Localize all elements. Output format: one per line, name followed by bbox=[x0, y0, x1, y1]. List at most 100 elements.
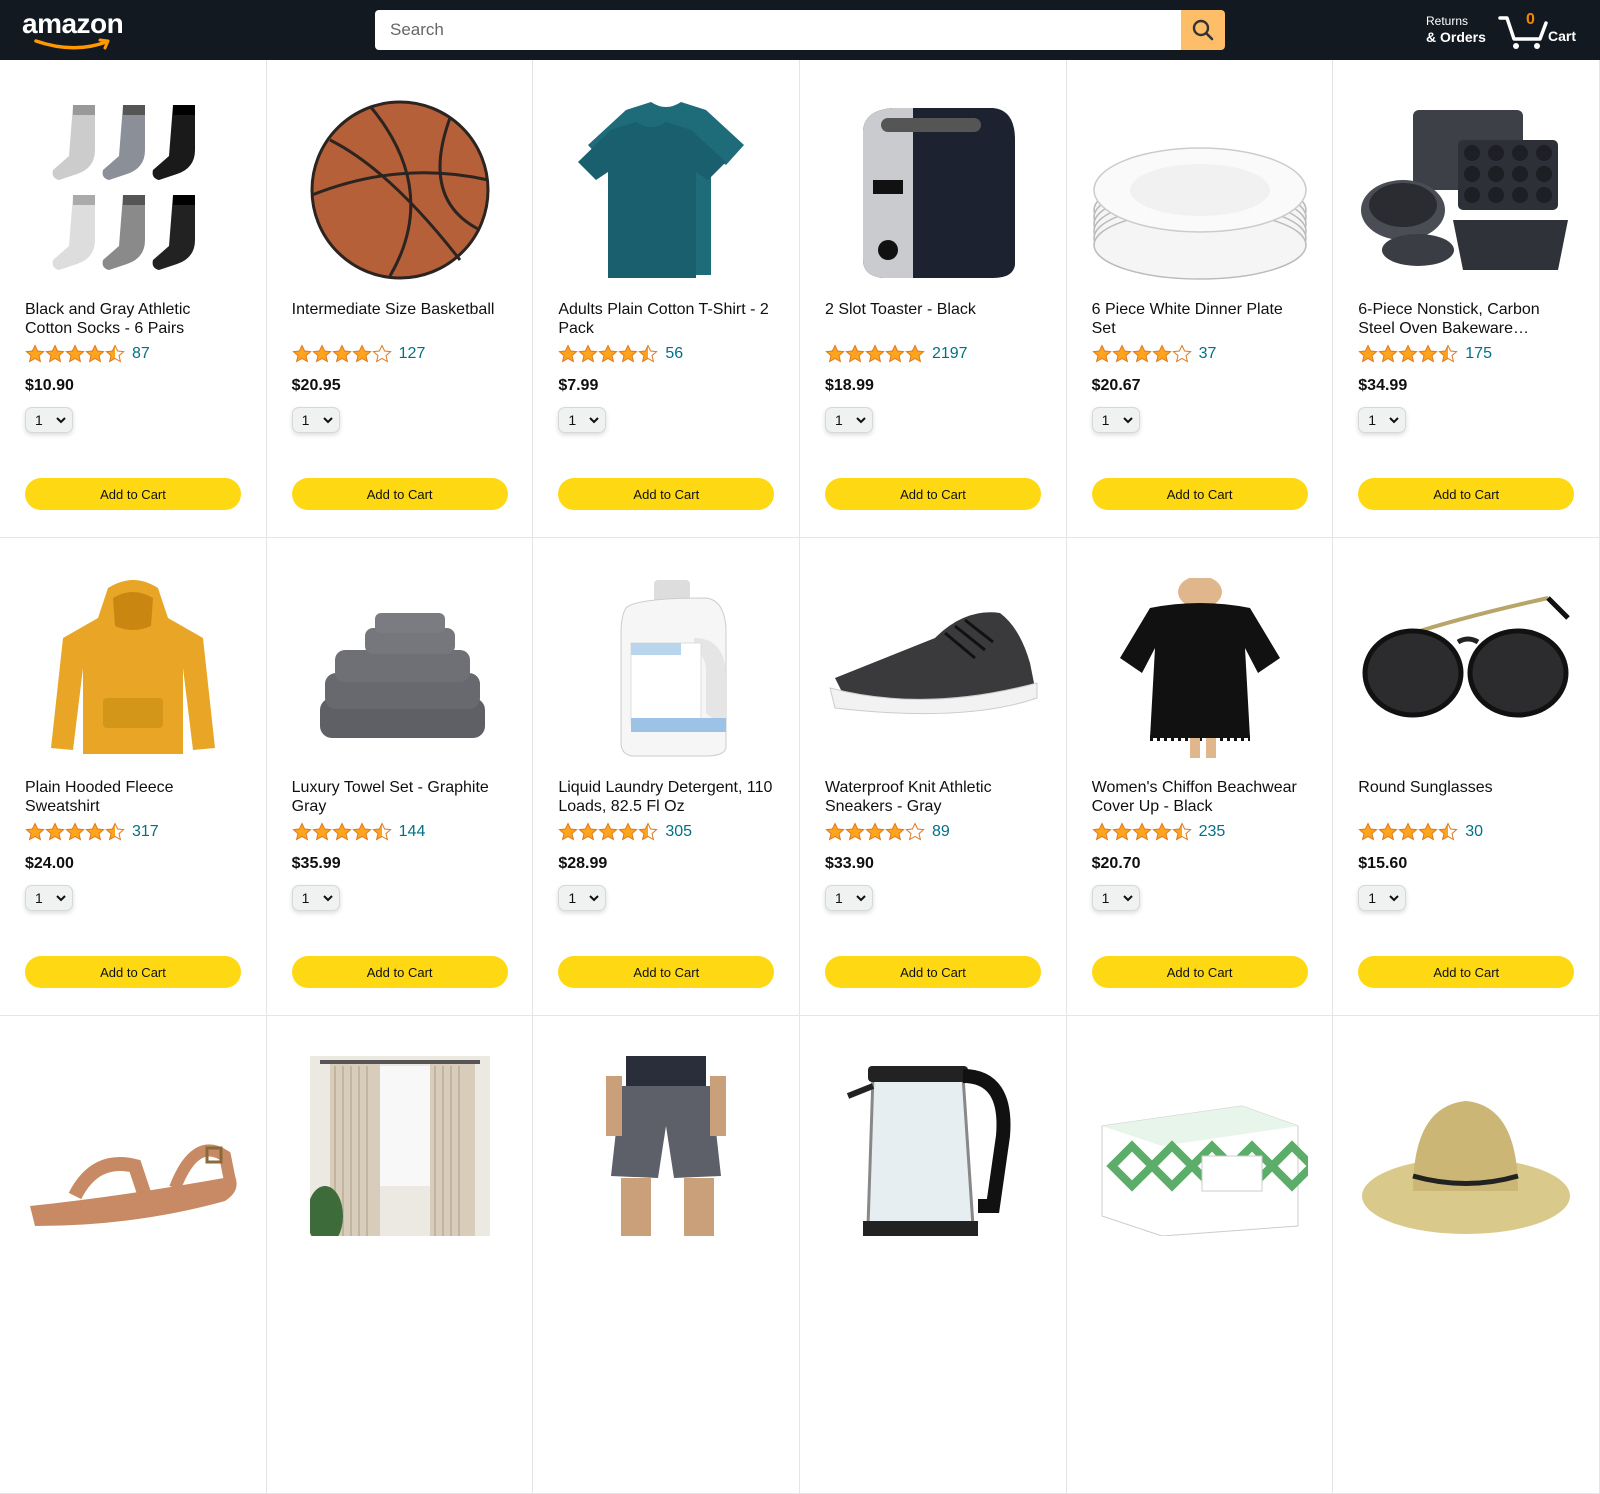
kettle-image[interactable] bbox=[825, 1056, 1041, 1236]
shorts-image[interactable] bbox=[558, 1056, 774, 1236]
straw-hat-image[interactable] bbox=[1358, 1056, 1574, 1236]
chevron-down-icon bbox=[589, 895, 600, 902]
rating-stars-icon bbox=[1091, 822, 1192, 842]
product-name[interactable]: Liquid Laundry Detergent, 110 Loads, 82.… bbox=[558, 778, 774, 816]
product-price: $18.99 bbox=[824, 377, 874, 394]
quantity-select[interactable]: 1 bbox=[291, 885, 340, 911]
quantity-select[interactable]: 1 bbox=[291, 407, 340, 433]
product-name[interactable]: Adults Plain Cotton T-Shirt - 2 Pack bbox=[558, 300, 774, 338]
towels-image[interactable] bbox=[292, 578, 508, 758]
product-name[interactable]: Luxury Towel Set - Graphite Gray bbox=[292, 778, 508, 816]
sunglasses-image[interactable] bbox=[1358, 578, 1574, 758]
add-to-cart-button[interactable]: Add to Cart bbox=[1091, 478, 1308, 510]
curtains-image[interactable] bbox=[292, 1056, 508, 1236]
product-name[interactable]: 6 Piece White Dinner Plate Set bbox=[1092, 300, 1308, 338]
rating-count-link[interactable]: 37 bbox=[1199, 345, 1217, 363]
cart-count: 0 bbox=[1526, 11, 1535, 28]
tissue-box-image[interactable] bbox=[1092, 1056, 1308, 1236]
rating-stars-icon bbox=[558, 344, 659, 364]
rating-count-link[interactable]: 89 bbox=[932, 823, 950, 841]
rating-count-link[interactable]: 144 bbox=[399, 823, 426, 841]
quantity-select[interactable]: 1 bbox=[558, 885, 607, 911]
quantity-select[interactable]: 1 bbox=[824, 885, 873, 911]
product-rating: 56 bbox=[558, 342, 683, 366]
product-price: $20.70 bbox=[1091, 855, 1141, 872]
bakeware-image[interactable] bbox=[1358, 100, 1574, 280]
tshirt-image[interactable] bbox=[558, 100, 774, 280]
search-input[interactable] bbox=[375, 10, 1181, 50]
add-to-cart-button[interactable]: Add to Cart bbox=[1358, 956, 1575, 988]
rating-count-link[interactable]: 175 bbox=[1465, 345, 1492, 363]
toaster-image[interactable] bbox=[825, 100, 1041, 280]
quantity-select[interactable]: 1 bbox=[1091, 407, 1140, 433]
add-to-cart-button[interactable]: Add to Cart bbox=[824, 478, 1041, 510]
add-to-cart-button[interactable]: Add to Cart bbox=[1358, 478, 1575, 510]
rating-count-link[interactable]: 235 bbox=[1199, 823, 1226, 841]
quantity-select[interactable]: 1 bbox=[1358, 885, 1407, 911]
add-to-cart-button[interactable]: Add to Cart bbox=[558, 956, 775, 988]
product-name[interactable]: Women's Chiffon Beachwear Cover Up - Bla… bbox=[1092, 778, 1308, 816]
quantity-select[interactable]: 1 bbox=[25, 885, 73, 911]
product-card bbox=[266, 1016, 534, 1494]
returns-and-orders-link[interactable]: Returns & Orders bbox=[1426, 13, 1486, 45]
cart-label: Cart bbox=[1548, 28, 1577, 44]
rating-count-link[interactable]: 87 bbox=[132, 345, 150, 363]
rating-count-link[interactable]: 317 bbox=[132, 823, 159, 841]
product-name[interactable]: Black and Gray Athletic Cotton Socks - 6… bbox=[25, 300, 241, 338]
sneaker-image[interactable] bbox=[825, 578, 1041, 758]
product-name[interactable]: Round Sunglasses bbox=[1358, 778, 1574, 816]
rating-count-link[interactable]: 30 bbox=[1465, 823, 1483, 841]
product-name[interactable]: Plain Hooded Fleece Sweatshirt bbox=[25, 778, 241, 816]
sandal-image[interactable] bbox=[25, 1056, 241, 1236]
rating-count-link[interactable]: 305 bbox=[665, 823, 692, 841]
quantity-value: 1 bbox=[1368, 412, 1377, 428]
cart-icon bbox=[1498, 16, 1548, 49]
product-card: Black and Gray Athletic Cotton Socks - 6… bbox=[0, 60, 267, 538]
product-price: $20.95 bbox=[291, 377, 341, 394]
amazon-logo[interactable]: amazon bbox=[22, 8, 132, 52]
hoodie-image[interactable] bbox=[25, 578, 241, 758]
rating-stars-icon bbox=[25, 344, 125, 364]
add-to-cart-button[interactable]: Add to Cart bbox=[291, 956, 508, 988]
chevron-down-icon bbox=[856, 895, 866, 902]
product-price: $34.99 bbox=[1358, 377, 1408, 394]
plates-image[interactable] bbox=[1092, 100, 1308, 280]
quantity-value: 1 bbox=[35, 412, 43, 428]
search-button[interactable] bbox=[1181, 10, 1225, 50]
rating-count-link[interactable]: 2197 bbox=[932, 345, 968, 363]
product-rating: 89 bbox=[825, 820, 950, 844]
add-to-cart-button[interactable]: Add to Cart bbox=[824, 956, 1041, 988]
socks-image[interactable] bbox=[25, 100, 241, 280]
quantity-value: 1 bbox=[1101, 412, 1110, 428]
quantity-select[interactable]: 1 bbox=[558, 407, 607, 433]
basketball-image[interactable] bbox=[292, 100, 508, 280]
quantity-value: 1 bbox=[1101, 890, 1110, 906]
product-card: 6 Piece White Dinner Plate Set 37 $20.67… bbox=[1066, 60, 1334, 538]
quantity-value: 1 bbox=[1368, 890, 1377, 906]
detergent-image[interactable] bbox=[558, 578, 774, 758]
rating-count-link[interactable]: 56 bbox=[665, 345, 683, 363]
product-card bbox=[533, 1016, 800, 1494]
quantity-select[interactable]: 1 bbox=[824, 407, 873, 433]
add-to-cart-button[interactable]: Add to Cart bbox=[25, 956, 241, 988]
product-name[interactable]: Intermediate Size Basketball bbox=[292, 300, 508, 338]
chevron-down-icon bbox=[589, 417, 600, 424]
product-rating: 144 bbox=[291, 820, 426, 844]
quantity-select[interactable]: 1 bbox=[25, 407, 73, 433]
add-to-cart-button[interactable]: Add to Cart bbox=[25, 478, 241, 510]
quantity-value: 1 bbox=[568, 890, 577, 906]
product-price: $33.90 bbox=[824, 855, 874, 872]
coverup-image[interactable] bbox=[1092, 578, 1308, 758]
add-to-cart-button[interactable]: Add to Cart bbox=[558, 478, 775, 510]
add-to-cart-button[interactable]: Add to Cart bbox=[1091, 956, 1308, 988]
quantity-select[interactable]: 1 bbox=[1358, 407, 1407, 433]
product-name[interactable]: 6-Piece Nonstick, Carbon Steel Oven Bake… bbox=[1358, 300, 1574, 338]
rating-count-link[interactable]: 127 bbox=[399, 345, 426, 363]
cart-link[interactable]: 0 Cart bbox=[1498, 8, 1588, 52]
product-card bbox=[799, 1016, 1067, 1494]
product-name[interactable]: Waterproof Knit Athletic Sneakers - Gray bbox=[825, 778, 1041, 816]
add-to-cart-button[interactable]: Add to Cart bbox=[291, 478, 508, 510]
quantity-select[interactable]: 1 bbox=[1091, 885, 1140, 911]
product-name[interactable]: 2 Slot Toaster - Black bbox=[825, 300, 1041, 338]
rating-stars-icon bbox=[1358, 344, 1459, 364]
